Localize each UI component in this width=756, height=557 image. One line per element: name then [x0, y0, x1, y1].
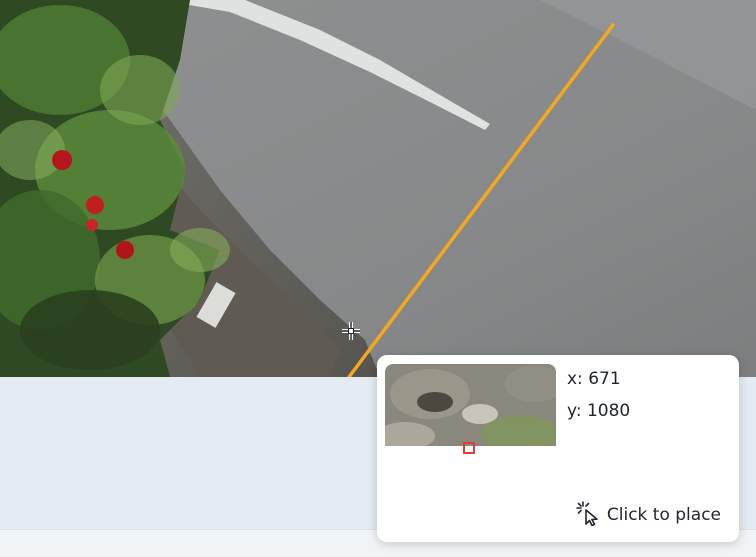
y-coordinate: y: 1080 — [567, 401, 631, 421]
placement-popover: x: 671 y: 1080 Click to place — [377, 355, 739, 542]
flower — [86, 196, 104, 214]
camera-snapshot[interactable] — [0, 0, 756, 377]
click-to-place-label: Click to place — [606, 505, 721, 525]
flower — [52, 150, 72, 170]
click-to-place-hint[interactable]: Click to place — [575, 500, 721, 530]
pointer-click-icon — [575, 500, 601, 530]
flower — [116, 241, 134, 259]
flower — [86, 219, 98, 231]
camera-scene[interactable] — [0, 0, 756, 377]
zoom-target-marker — [463, 442, 475, 454]
line-placement-editor: x: 671 y: 1080 Click to place — [0, 0, 756, 557]
zoom-preview — [385, 364, 556, 446]
x-coordinate: x: 671 — [567, 369, 621, 389]
crosshair-move-icon — [340, 320, 362, 342]
